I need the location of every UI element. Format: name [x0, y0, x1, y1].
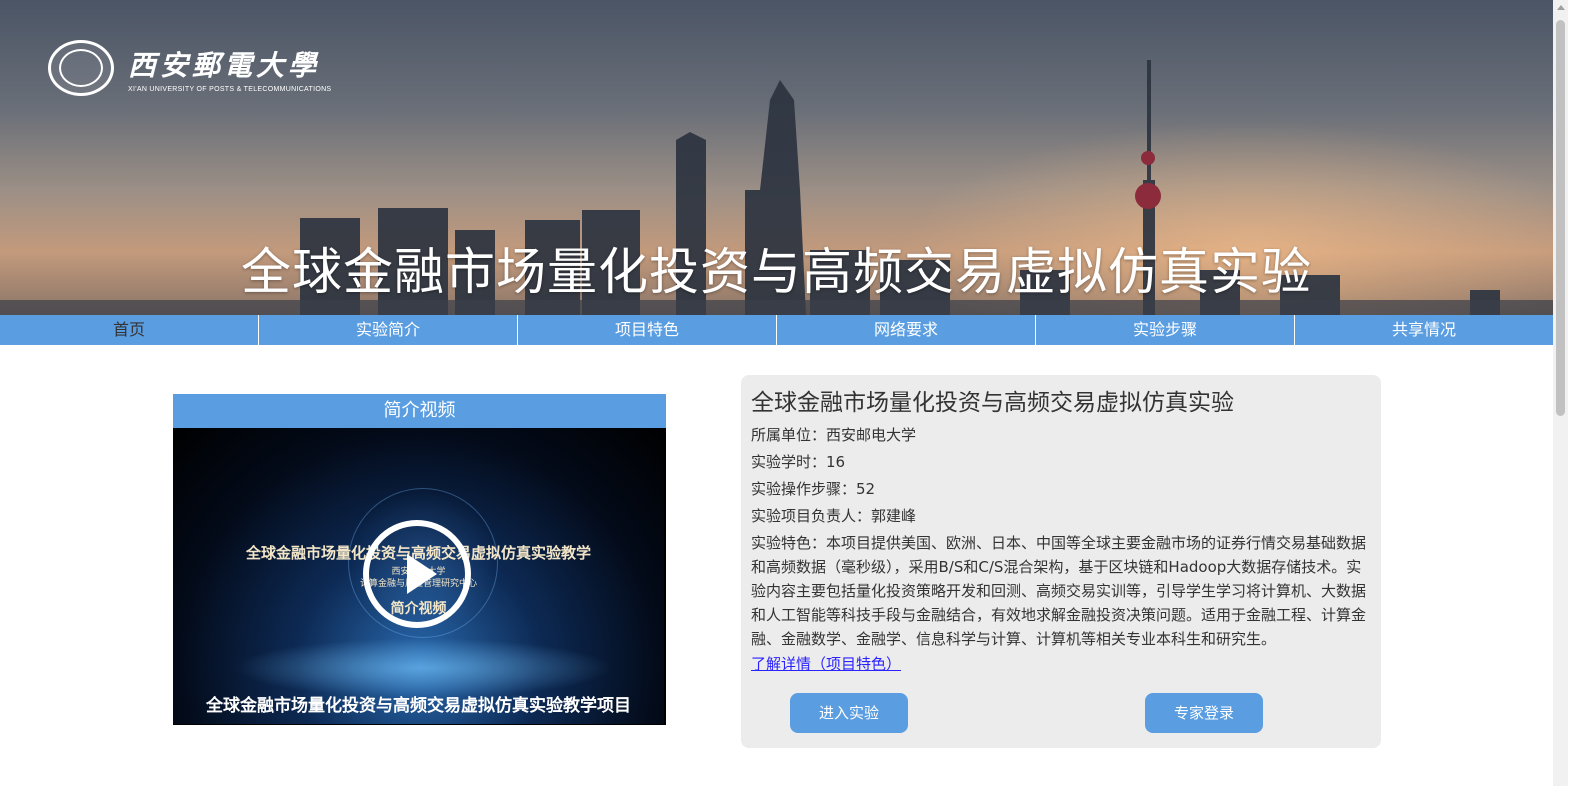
- page-scrollbar[interactable]: [1553, 0, 1568, 786]
- expert-login-button[interactable]: 专家登录: [1145, 693, 1263, 733]
- video-player[interactable]: 全球金融市场量化投资与高频交易虚拟仿真实验教学 西安邮电大学 计算金融与风险管理…: [173, 428, 664, 724]
- experiment-info-card: 全球金融市场量化投资与高频交易虚拟仿真实验 所属单位：西安邮电大学 实验学时：1…: [741, 375, 1381, 748]
- info-title: 全球金融市场量化投资与高频交易虚拟仿真实验: [751, 390, 1234, 416]
- info-steps: 实验操作步骤：52: [751, 480, 876, 498]
- nav-item-steps[interactable]: 实验步骤: [1036, 315, 1295, 345]
- info-features: 实验特色：本项目提供美国、欧洲、日本、中国等全球主要金融市场的证券行情交易基础数…: [751, 534, 1367, 648]
- scrollbar-thumb[interactable]: [1556, 20, 1565, 416]
- video-header: 简介视频: [173, 394, 666, 428]
- nav-item-features[interactable]: 项目特色: [518, 315, 777, 345]
- nav-item-intro[interactable]: 实验简介: [259, 315, 518, 345]
- info-hours: 实验学时：16: [751, 453, 846, 471]
- info-unit: 所属单位：西安邮电大学: [751, 426, 917, 444]
- video-caption: 全球金融市场量化投资与高频交易虚拟仿真实验教学项目: [206, 696, 631, 716]
- info-leader: 实验项目负责人：郭建峰: [751, 507, 917, 525]
- more-details-link[interactable]: 了解详情（项目特色）: [751, 653, 901, 675]
- nav-item-home[interactable]: 首页: [0, 315, 259, 345]
- play-button[interactable]: [363, 520, 471, 628]
- main-nav: 首页 实验简介 项目特色 网络要求 实验步骤 共享情况: [0, 315, 1553, 345]
- logo-name-en: XI'AN UNIVERSITY OF POSTS & TELECOMMUNIC…: [128, 85, 332, 93]
- logo-name-cn: 西安郵電大學: [128, 48, 321, 82]
- nav-item-network[interactable]: 网络要求: [777, 315, 1036, 345]
- page-title: 全球金融市场量化投资与高频交易虚拟仿真实验: [241, 243, 1312, 301]
- scroll-up-icon[interactable]: [1557, 5, 1565, 10]
- play-icon: [407, 554, 437, 594]
- sparkles-graphic: [233, 638, 613, 698]
- university-seal-icon: [48, 40, 114, 96]
- university-logo[interactable]: 西安郵電大學 XI'AN UNIVERSITY OF POSTS & TELEC…: [48, 40, 331, 96]
- intro-video-panel: 简介视频 全球金融市场量化投资与高频交易虚拟仿真实验教学 西安邮电大学 计算金融…: [173, 394, 666, 725]
- nav-item-sharing[interactable]: 共享情况: [1295, 315, 1553, 345]
- enter-experiment-button[interactable]: 进入实验: [790, 693, 908, 733]
- hero-banner: 西安郵電大學 XI'AN UNIVERSITY OF POSTS & TELEC…: [0, 0, 1553, 315]
